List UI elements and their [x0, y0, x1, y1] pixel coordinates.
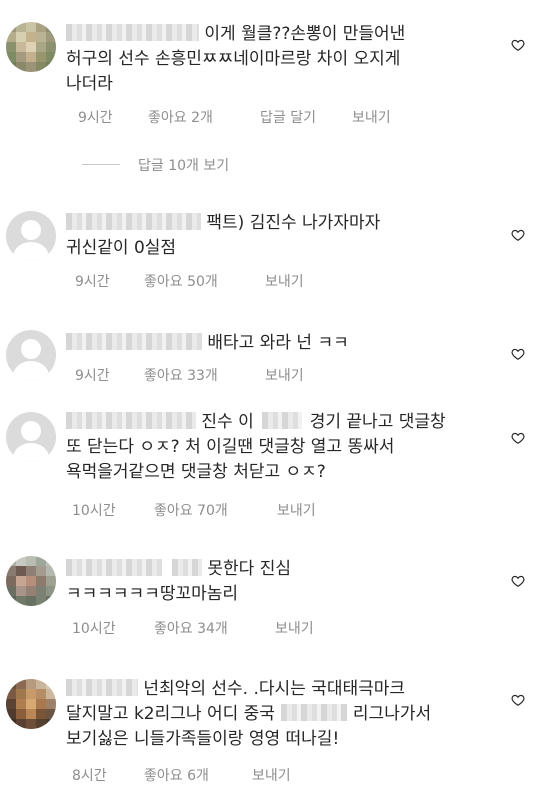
timestamp: 10시간	[72, 503, 116, 519]
send-button[interactable]: 보내기	[252, 765, 291, 785]
comment-text: 배타고 와라 넌 ㅋㅋ	[66, 331, 492, 356]
default-avatar-icon[interactable]	[6, 211, 56, 261]
heart-outline-icon[interactable]	[511, 347, 525, 361]
timestamp: 9시간	[78, 110, 113, 126]
avatar[interactable]	[6, 22, 56, 72]
comment-text: 넌최악의 선수. .다시는 국대태극마크 달지말고 k2리그나 어디 중국 리그나…	[66, 677, 492, 752]
send-button[interactable]: 보내기	[277, 500, 316, 520]
heart-outline-icon[interactable]	[511, 431, 525, 445]
comment-2: 팩트) 김진수 나가자마자 귀신같이 0실점 9시간 좋아요 50개 보내기	[0, 205, 540, 300]
comment-line: 허구의 선수 손흥민ㅉㅉ네이마르랑 차이 오지게	[66, 49, 401, 69]
default-avatar-icon[interactable]	[6, 330, 56, 380]
comment-5: 못한다 진심 ㅋㅋㅋㅋㅋㅋ땅꼬마놈리 10시간 좋아요 34개 보내기	[0, 552, 540, 652]
comment-line: 넌최악의 선수. .다시는 국대태극마크	[143, 679, 406, 699]
comment-4: 진수 이 경기 끝나고 댓글창 또 닫는다 ㅇㅈ? 처 이길땐 댓글창 열고 똥싸…	[0, 405, 540, 535]
username-blurred[interactable]	[66, 24, 199, 41]
username-blurred[interactable]	[66, 559, 162, 576]
comment-line: 진수 이	[201, 412, 254, 432]
username-blurred[interactable]	[66, 412, 196, 429]
comment-line: 욕먹을거같으면 댓글창 처닫고 ㅇㅈ?	[66, 462, 326, 482]
username-blurred[interactable]	[66, 213, 201, 230]
timestamp: 10시간	[72, 621, 116, 637]
comment-line: ㅋㅋㅋㅋㅋㅋ땅꼬마놈리	[66, 584, 239, 604]
timestamp: 9시간	[75, 368, 110, 384]
heart-outline-icon[interactable]	[511, 693, 525, 707]
comment-text: 진수 이 경기 끝나고 댓글창 또 닫는다 ㅇㅈ? 처 이길땐 댓글창 열고 똥싸…	[66, 410, 492, 485]
comment-line: 리그나가서	[352, 704, 432, 724]
default-avatar-icon[interactable]	[6, 412, 56, 462]
comment-line: 팩트) 김진수 나가자마자	[206, 213, 381, 233]
avatar[interactable]	[6, 556, 56, 606]
comment-line: 배타고 와라 넌 ㅋㅋ	[207, 333, 349, 353]
send-button[interactable]: 보내기	[265, 271, 304, 291]
word-blurred	[261, 412, 302, 429]
send-button[interactable]: 보내기	[265, 365, 304, 385]
send-button[interactable]: 보내기	[352, 107, 391, 127]
comment-text: 팩트) 김진수 나가자마자 귀신같이 0실점	[66, 211, 492, 261]
timestamp: 8시간	[72, 768, 107, 784]
comment-line: 이게 월클??손뽕이 만들어낸	[204, 24, 406, 44]
heart-outline-icon[interactable]	[511, 228, 525, 242]
comment-line: 또 닫는다 ㅇㅈ? 처 이길땐 댓글창 열고 똥싸서	[66, 437, 395, 457]
send-button[interactable]: 보내기	[275, 618, 314, 638]
comment-1: 이게 월클??손뽕이 만들어낸 허구의 선수 손흥민ㅉㅉ네이마르랑 차이 오지게…	[0, 0, 540, 160]
comment-text: 이게 월클??손뽕이 만들어낸 허구의 선수 손흥민ㅉㅉ네이마르랑 차이 오지게…	[66, 22, 492, 97]
likes-count[interactable]: 좋아요 6개	[144, 765, 209, 785]
comment-line: 달지말고 k2리그나 어디 중국	[66, 704, 275, 724]
username-blurred[interactable]	[66, 333, 202, 350]
likes-count[interactable]: 좋아요 50개	[144, 271, 218, 291]
avatar[interactable]	[6, 679, 56, 729]
view-replies-label: 답글 10개 보기	[138, 158, 230, 174]
reply-button[interactable]: 답글 달기	[260, 107, 316, 127]
likes-count[interactable]: 좋아요 70개	[154, 500, 228, 520]
comment-line: 나더라	[66, 74, 113, 94]
divider	[82, 164, 120, 165]
comment-6: 넌최악의 선수. .다시는 국대태극마크 달지말고 k2리그나 어디 중국 리그나…	[0, 675, 540, 793]
comment-line: 보기싫은 니들가족들이랑 영영 떠나길!	[66, 729, 340, 749]
heart-outline-icon[interactable]	[511, 38, 525, 52]
comment-3: 배타고 와라 넌 ㅋㅋ 9시간 좋아요 33개 보내기	[0, 330, 540, 390]
comment-line: 못한다 진심	[207, 559, 292, 579]
likes-count[interactable]: 좋아요 2개	[148, 107, 213, 127]
likes-count[interactable]: 좋아요 33개	[144, 365, 218, 385]
comment-line: 경기 끝나고 댓글창	[309, 412, 446, 432]
username-blurred[interactable]	[66, 679, 138, 696]
timestamp: 9시간	[75, 274, 110, 290]
word-blurred	[280, 704, 347, 721]
comment-text: 못한다 진심 ㅋㅋㅋㅋㅋㅋ땅꼬마놈리	[66, 557, 492, 607]
comment-line: 귀신같이 0실점	[66, 238, 177, 258]
username-blurred	[172, 559, 202, 576]
likes-count[interactable]: 좋아요 34개	[154, 618, 228, 638]
heart-outline-icon[interactable]	[511, 574, 525, 588]
